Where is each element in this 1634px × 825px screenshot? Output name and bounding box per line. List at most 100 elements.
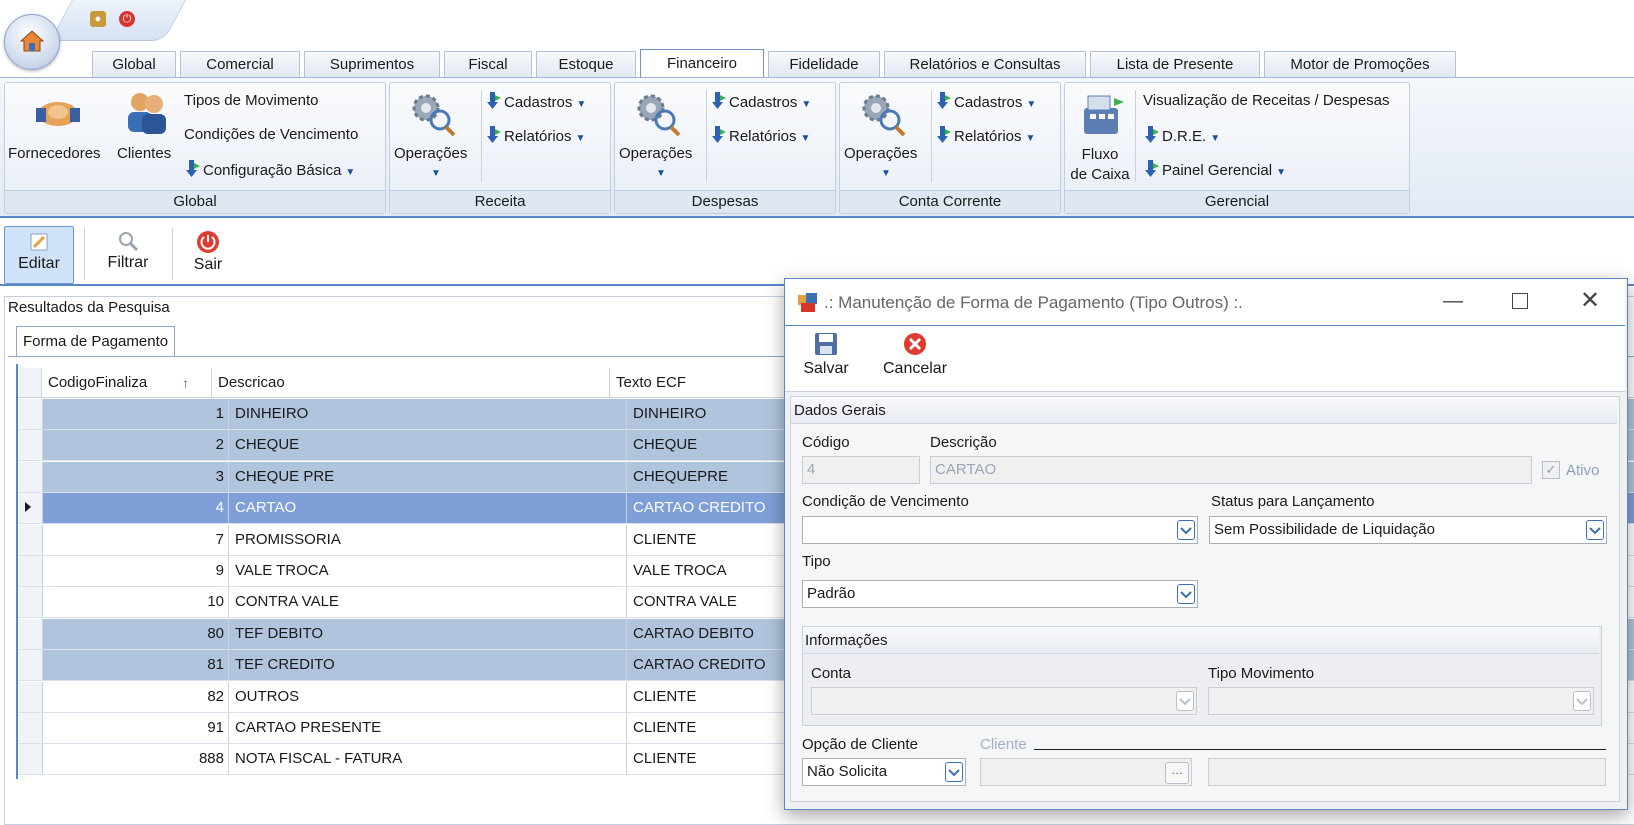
tab-global[interactable]: Global — [92, 51, 176, 77]
close-icon[interactable]: ✕ — [1580, 286, 1600, 315]
ellipsis-icon[interactable]: … — [1165, 762, 1189, 784]
status-lancamento-select[interactable]: Sem Possibilidade de Liquidação — [1209, 516, 1607, 544]
application-menu-button[interactable] — [4, 14, 60, 70]
chevron-down-icon[interactable]: ▼ — [877, 163, 891, 180]
tab-suprimentos[interactable]: Suprimentos — [304, 51, 440, 77]
conta-select[interactable] — [811, 687, 1197, 715]
row-indicator[interactable] — [18, 399, 43, 429]
descricao-label: Descrição — [930, 434, 997, 451]
tipos-movimento-button[interactable]: Tipos de Movimento — [184, 92, 319, 109]
row-indicator[interactable] — [18, 713, 43, 743]
cadastros-label: Cadastros — [504, 94, 573, 111]
filtrar-button[interactable]: Filtrar — [96, 226, 160, 282]
tipo-movimento-select[interactable] — [1208, 687, 1594, 715]
blue-arrow-icon — [937, 126, 951, 143]
power-icon[interactable]: ⏻ — [119, 11, 135, 27]
receita-operacoes-button[interactable]: Operações — [394, 145, 467, 162]
cancelar-button[interactable]: Cancelar — [880, 330, 950, 378]
dialog-title: .: Manutenção de Forma de Pagamento (Tip… — [824, 293, 1243, 312]
tab-lista-de-presente[interactable]: Lista de Presente — [1090, 51, 1260, 77]
receita-relatorios-button[interactable]: Relatórios ▼ — [487, 126, 585, 145]
blue-arrow-icon — [1145, 160, 1159, 177]
chevron-down-icon[interactable]: ▼ — [652, 163, 666, 180]
opcao-cliente-select[interactable]: Não Solicita — [802, 758, 966, 786]
chevron-down-icon[interactable] — [1573, 691, 1591, 711]
salvar-button[interactable]: Salvar — [800, 330, 852, 378]
despesas-cadastros-button[interactable]: Cadastros ▼ — [712, 92, 811, 111]
separator — [931, 90, 932, 182]
chevron-down-icon[interactable] — [1586, 520, 1604, 540]
column-header-descricao[interactable]: Descricao — [212, 368, 610, 398]
tipo-label: Tipo — [802, 553, 831, 570]
chevron-down-icon[interactable]: ▼ — [427, 163, 441, 180]
dre-button[interactable]: D.R.E. ▼ — [1145, 126, 1220, 145]
cell-codigo: 2 — [215, 436, 224, 454]
separator — [706, 90, 707, 182]
quick-access-toolbar — [50, 0, 186, 41]
dre-label: D.R.E. — [1162, 128, 1207, 145]
conta-corrente-operacoes-button[interactable]: Operações — [844, 145, 917, 162]
users-icon[interactable]: ● — [90, 11, 106, 27]
row-indicator[interactable] — [18, 618, 43, 649]
descricao-field[interactable]: CARTAO — [930, 456, 1532, 484]
tab-relatorios-e-consultas[interactable]: Relatórios e Consultas — [884, 51, 1086, 77]
sair-button[interactable]: Sair — [184, 226, 232, 282]
codigo-field[interactable]: 4 — [802, 456, 920, 484]
row-indicator[interactable] — [18, 524, 43, 555]
gears-magnifier-icon — [637, 94, 681, 137]
chevron-down-icon[interactable] — [1177, 584, 1195, 604]
row-indicator[interactable] — [18, 493, 43, 524]
minimize-icon[interactable]: — — [1443, 290, 1463, 313]
row-indicator[interactable] — [18, 556, 43, 586]
tab-fiscal[interactable]: Fiscal — [444, 51, 532, 77]
row-indicator[interactable] — [18, 650, 43, 681]
fornecedores-button[interactable]: Fornecedores — [8, 145, 101, 162]
tab-financeiro[interactable]: Financeiro — [640, 49, 764, 77]
chevron-down-icon[interactable] — [1176, 691, 1194, 711]
condicao-vencimento-label: Condição de Vencimento — [802, 493, 969, 510]
cliente-code-field[interactable]: … — [980, 758, 1192, 786]
editar-button[interactable]: Editar — [4, 226, 74, 284]
tipo-select[interactable]: Padrão — [802, 580, 1198, 608]
cell-codigo: 3 — [215, 467, 224, 485]
quick-access-bar — [0, 0, 1634, 48]
magnifier-icon — [119, 232, 139, 252]
chevron-down-icon[interactable] — [945, 762, 963, 782]
tab-estoque[interactable]: Estoque — [536, 51, 636, 77]
tab-fidelidade[interactable]: Fidelidade — [768, 51, 880, 77]
row-indicator[interactable] — [18, 430, 43, 461]
chevron-down-icon[interactable] — [1177, 520, 1195, 540]
fluxo-de-caixa-button[interactable]: Fluxo de Caixa — [1070, 145, 1129, 185]
row-indicator[interactable] — [18, 744, 43, 775]
ativo-checkbox[interactable]: ✓ — [1542, 461, 1560, 479]
despesas-relatorios-button[interactable]: Relatórios ▼ — [712, 126, 810, 145]
tab-forma-de-pagamento[interactable]: Forma de Pagamento — [16, 326, 176, 357]
cliente-name-field[interactable] — [1208, 758, 1606, 786]
pencil-icon — [30, 233, 48, 251]
condicoes-vencimento-button[interactable]: Condições de Vencimento — [184, 126, 358, 143]
cancelar-label: Cancelar — [882, 360, 948, 377]
row-indicator[interactable] — [18, 681, 43, 712]
row-indicator[interactable] — [18, 587, 43, 618]
conta-corrente-relatorios-button[interactable]: Relatórios ▼ — [937, 126, 1035, 145]
cell-descricao: TEF CREDITO — [228, 650, 626, 681]
ativo-label: Ativo — [1566, 462, 1600, 479]
row-indicator[interactable] — [18, 461, 43, 492]
sair-label: Sair — [193, 256, 223, 273]
de-caixa-label: de Caixa — [1070, 166, 1130, 183]
despesas-operacoes-button[interactable]: Operações — [619, 145, 692, 162]
tab-motor-de-promocoes[interactable]: Motor de Promoções — [1264, 51, 1456, 77]
maximize-icon[interactable] — [1512, 293, 1528, 309]
status-lancamento-value: Sem Possibilidade de Liquidação — [1214, 521, 1435, 538]
clientes-button[interactable]: Clientes — [117, 145, 171, 162]
condicao-vencimento-select[interactable] — [802, 516, 1198, 544]
visualizacao-receitas-despesas-button[interactable]: Visualização de Receitas / Despesas — [1143, 92, 1390, 109]
column-header-codigo[interactable]: CodigoFinaliza ↑ — [42, 368, 212, 398]
conta-corrente-cadastros-button[interactable]: Cadastros ▼ — [937, 92, 1036, 111]
painel-gerencial-button[interactable]: Painel Gerencial ▼ — [1145, 160, 1286, 179]
configuracao-basica-button[interactable]: Configuração Básica ▼ — [186, 160, 355, 179]
tab-comercial[interactable]: Comercial — [180, 51, 300, 77]
opcao-cliente-value: Não Solicita — [807, 763, 888, 780]
receita-cadastros-button[interactable]: Cadastros ▼ — [487, 92, 586, 111]
cell-descricao: CHEQUE PRE — [228, 461, 626, 492]
